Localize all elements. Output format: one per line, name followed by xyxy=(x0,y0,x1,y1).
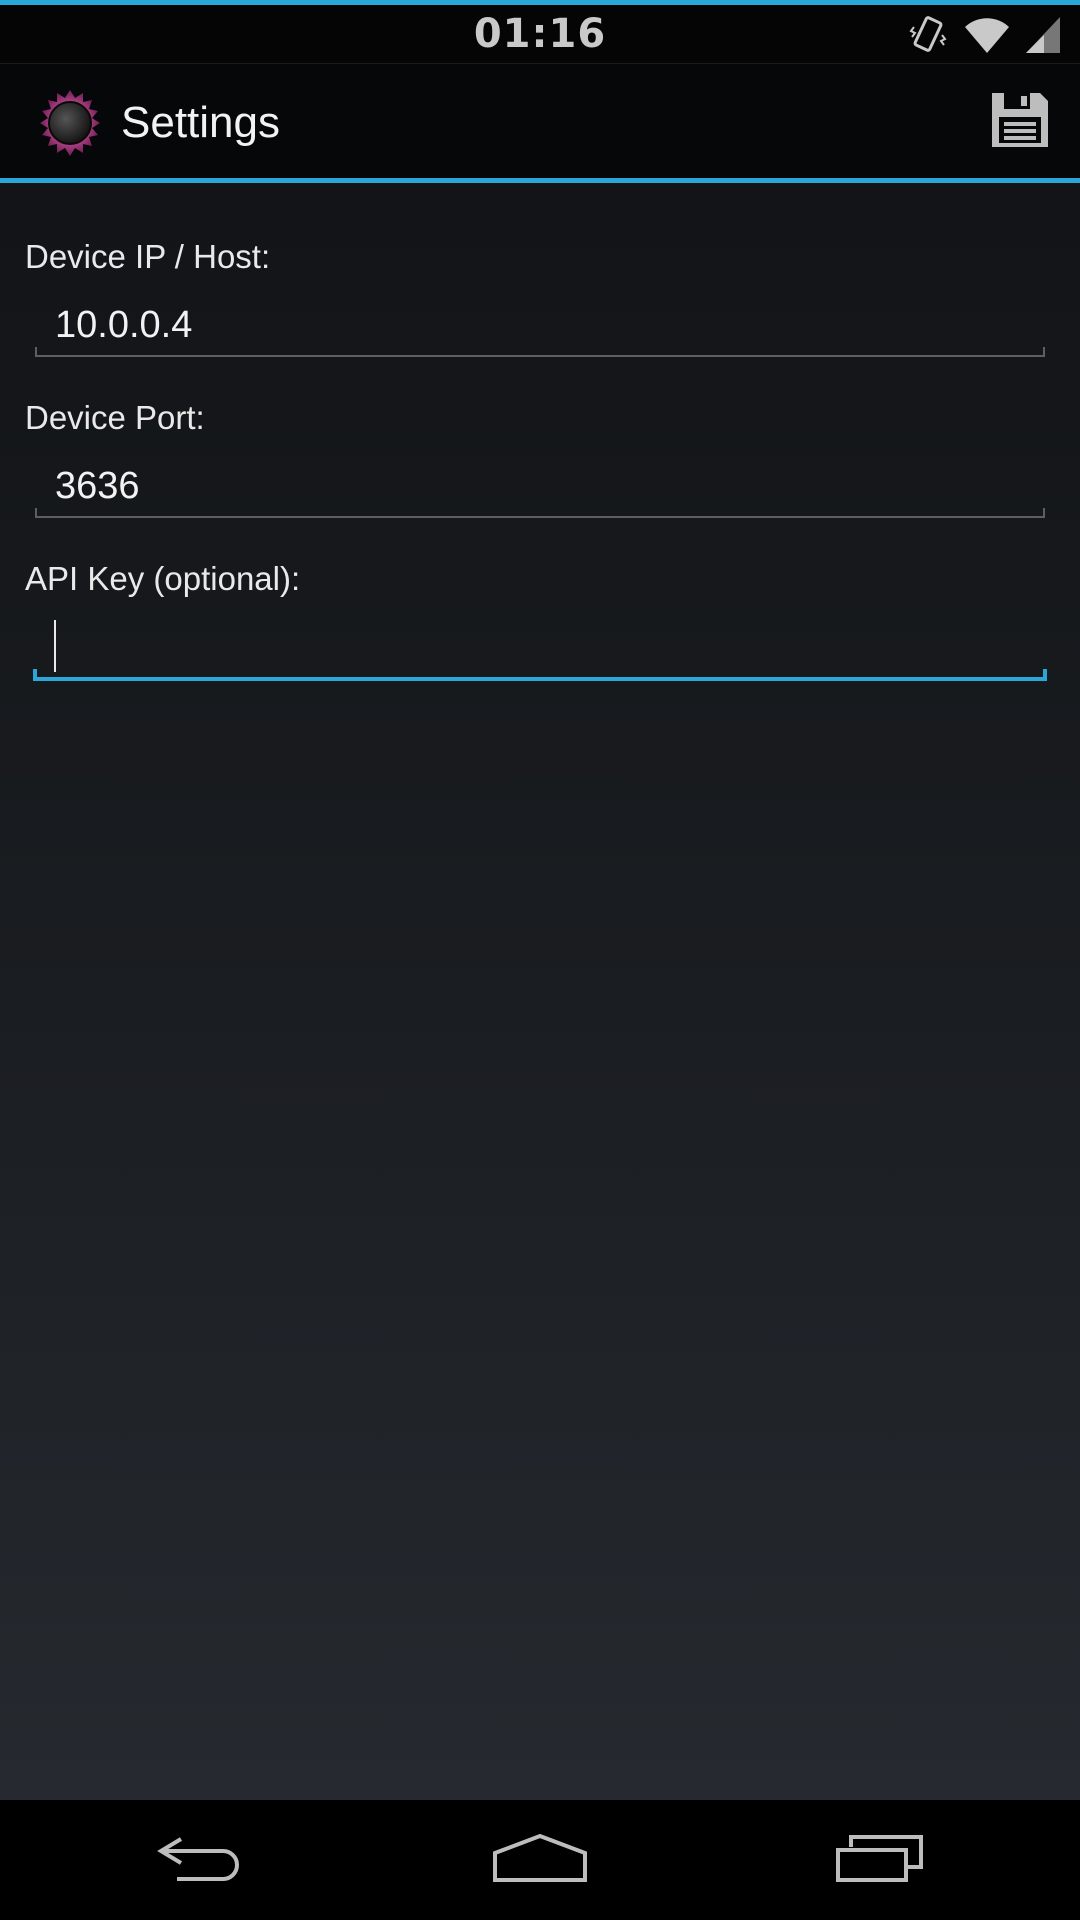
api-key-label: API Key (optional): xyxy=(25,560,301,597)
screen: 01:16 Settings Device IP / Host: 10.0.0.… xyxy=(0,0,1080,1920)
host-field[interactable]: 10.0.0.4 xyxy=(35,290,1045,360)
home-button[interactable] xyxy=(480,1830,600,1890)
vibrate-icon xyxy=(908,13,950,57)
recents-icon xyxy=(835,1833,925,1887)
app-logo-icon[interactable] xyxy=(36,89,104,157)
port-field-underline xyxy=(35,508,1045,518)
page-title: Settings xyxy=(121,98,280,147)
back-icon xyxy=(155,1833,245,1887)
wifi-icon xyxy=(964,15,1010,55)
status-icons xyxy=(908,13,1062,57)
recents-button[interactable] xyxy=(820,1830,940,1890)
nav-bar xyxy=(0,1800,1080,1920)
port-field[interactable]: 3636 xyxy=(35,451,1045,521)
text-cursor xyxy=(54,620,56,672)
port-label: Device Port: xyxy=(25,399,205,436)
settings-form: Device IP / Host: 10.0.0.4 Device Port: … xyxy=(0,183,1080,1800)
save-floppy-icon xyxy=(990,91,1050,153)
host-field-underline xyxy=(35,347,1045,357)
save-button[interactable] xyxy=(984,86,1056,158)
host-label: Device IP / Host: xyxy=(25,238,271,275)
home-icon xyxy=(492,1833,588,1887)
action-bar: Settings xyxy=(0,63,1080,179)
signal-icon xyxy=(1024,15,1062,55)
status-bar: 01:16 xyxy=(0,0,1080,63)
back-button[interactable] xyxy=(140,1830,260,1890)
api-key-field-underline xyxy=(33,669,1047,681)
api-key-field[interactable] xyxy=(35,612,1045,682)
